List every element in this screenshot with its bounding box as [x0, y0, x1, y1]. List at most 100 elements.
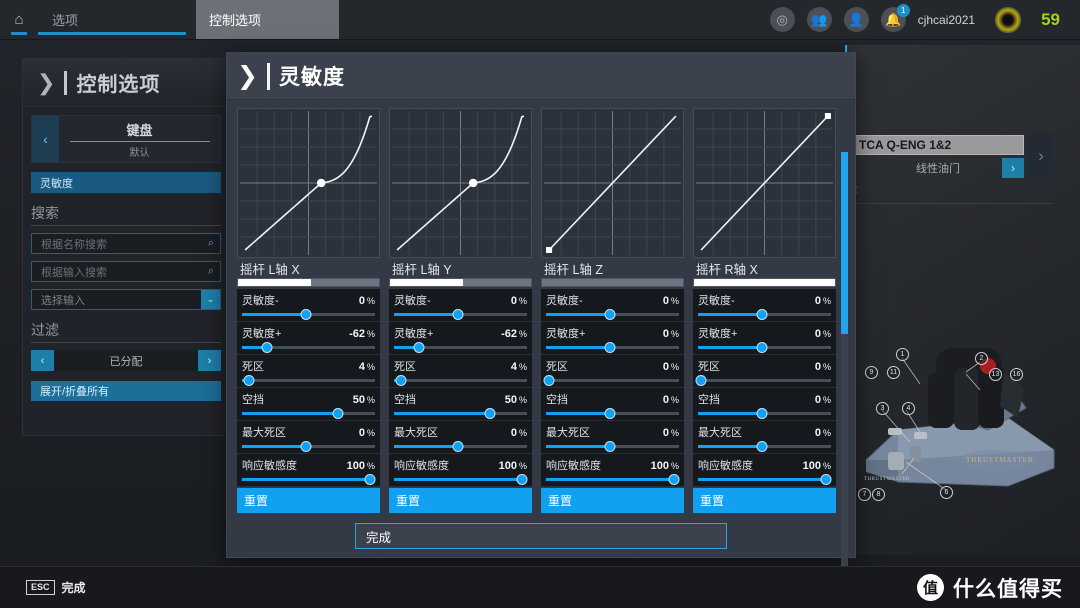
sensitivity-slider-row[interactable]: 灵敏度- 0%: [237, 289, 380, 322]
sensitivity-slider-row[interactable]: 最大死区 0%: [389, 421, 532, 454]
slider-track[interactable]: [394, 441, 527, 452]
home-button[interactable]: ⌂: [0, 0, 38, 39]
select-input-dropdown[interactable]: 选择输入 ⌄: [31, 289, 221, 310]
sensitivity-slider-row[interactable]: 死区 4%: [389, 355, 532, 388]
modal-scrollbar-track[interactable]: [841, 152, 848, 572]
slider-track[interactable]: [394, 309, 527, 320]
radar-icon[interactable]: ◎: [769, 7, 795, 32]
sensitivity-slider-row[interactable]: 最大死区 0%: [237, 421, 380, 454]
slider-track[interactable]: [698, 408, 831, 419]
slider-thumb[interactable]: [484, 408, 496, 419]
slider-track[interactable]: [242, 474, 376, 485]
sensitivity-slider-row[interactable]: 响应敏感度 100%: [389, 454, 532, 487]
reset-button[interactable]: 重置: [389, 488, 532, 513]
slider-track[interactable]: [394, 408, 527, 419]
sensitivity-slider-row[interactable]: 死区 4%: [237, 355, 380, 388]
slider-thumb[interactable]: [604, 342, 616, 353]
slider-thumb[interactable]: [243, 375, 255, 386]
slider-thumb[interactable]: [413, 342, 425, 353]
slider-track[interactable]: [698, 474, 832, 485]
slider-track[interactable]: [546, 309, 679, 320]
device-prev-icon[interactable]: ‹: [32, 116, 59, 162]
sidebar-item-sensitivity[interactable]: 灵敏度: [31, 172, 221, 193]
slider-track[interactable]: [546, 408, 679, 419]
sensitivity-slider-row[interactable]: 灵敏度+ 0%: [541, 322, 684, 355]
slider-thumb[interactable]: [756, 441, 768, 452]
sensitivity-slider-row[interactable]: 灵敏度+ -62%: [237, 322, 380, 355]
sensitivity-slider-row[interactable]: 空挡 0%: [693, 388, 836, 421]
slider-track[interactable]: [698, 309, 831, 320]
slider-thumb[interactable]: [452, 441, 464, 452]
sensitivity-slider-row[interactable]: 灵敏度+ -62%: [389, 322, 532, 355]
sensitivity-curve-graph[interactable]: [237, 108, 380, 258]
sensitivity-slider-row[interactable]: 灵敏度- 0%: [541, 289, 684, 322]
slider-track[interactable]: [698, 441, 831, 452]
sensitivity-slider-row[interactable]: 空挡 0%: [541, 388, 684, 421]
slider-thumb[interactable]: [516, 474, 528, 485]
sensitivity-slider-row[interactable]: 死区 0%: [541, 355, 684, 388]
background-device-name[interactable]: TCA Q-ENG 1&2: [852, 135, 1024, 155]
slider-thumb[interactable]: [695, 375, 707, 386]
slider-thumb[interactable]: [543, 375, 555, 386]
modal-done-button[interactable]: 完成: [355, 523, 727, 549]
modal-scrollbar-thumb[interactable]: [841, 152, 848, 334]
slider-thumb[interactable]: [604, 408, 616, 419]
slider-thumb[interactable]: [300, 309, 312, 320]
expand-collapse-all-button[interactable]: 展开/折叠所有: [31, 381, 221, 401]
sensitivity-curve-graph[interactable]: [389, 108, 532, 258]
slider-track[interactable]: [546, 441, 679, 452]
slider-track[interactable]: [242, 408, 375, 419]
esc-action-label[interactable]: 完成: [62, 579, 86, 596]
sensitivity-slider-row[interactable]: 死区 0%: [693, 355, 836, 388]
slider-track[interactable]: [242, 309, 375, 320]
slider-thumb[interactable]: [395, 375, 407, 386]
slider-track[interactable]: [242, 342, 375, 353]
slider-thumb[interactable]: [604, 309, 616, 320]
sensitivity-slider-row[interactable]: 响应敏感度 100%: [237, 454, 380, 487]
bell-icon[interactable]: 🔔 1: [880, 4, 910, 32]
background-next-page-icon[interactable]: ›: [1028, 133, 1054, 178]
slider-track[interactable]: [394, 375, 527, 386]
reset-button[interactable]: 重置: [541, 488, 684, 513]
slider-thumb[interactable]: [756, 408, 768, 419]
search-by-name-field[interactable]: 根据名称搜索 ⌕: [31, 233, 221, 254]
sensitivity-slider-row[interactable]: 灵敏度- 0%: [693, 289, 836, 322]
slider-track[interactable]: [698, 342, 831, 353]
reset-button[interactable]: 重置: [237, 488, 380, 513]
search-by-input-field[interactable]: 根据输入搜索 ⌕: [31, 261, 221, 282]
sensitivity-slider-row[interactable]: 空挡 50%: [389, 388, 532, 421]
slider-thumb[interactable]: [452, 309, 464, 320]
slider-thumb[interactable]: [756, 309, 768, 320]
slider-track[interactable]: [546, 342, 679, 353]
slider-thumb[interactable]: [668, 474, 680, 485]
sensitivity-slider-row[interactable]: 空挡 50%: [237, 388, 380, 421]
slider-thumb[interactable]: [261, 342, 273, 353]
friends-icon[interactable]: 👥: [806, 7, 832, 32]
avatar[interactable]: [995, 6, 1022, 33]
slider-thumb[interactable]: [364, 474, 376, 485]
slider-thumb[interactable]: [756, 342, 768, 353]
reset-button[interactable]: 重置: [693, 488, 836, 513]
sensitivity-slider-row[interactable]: 灵敏度- 0%: [389, 289, 532, 322]
slider-track[interactable]: [546, 474, 680, 485]
slider-thumb[interactable]: [820, 474, 832, 485]
profile-icon[interactable]: 👤: [843, 7, 869, 32]
slider-track[interactable]: [394, 342, 527, 353]
sensitivity-slider-row[interactable]: 最大死区 0%: [693, 421, 836, 454]
device-selector[interactable]: ‹ 键盘 默认: [31, 115, 221, 163]
slider-track[interactable]: [242, 375, 375, 386]
sensitivity-curve-graph[interactable]: [693, 108, 836, 258]
sensitivity-slider-row[interactable]: 灵敏度+ 0%: [693, 322, 836, 355]
slider-thumb[interactable]: [300, 441, 312, 452]
filter-next-icon[interactable]: ›: [198, 350, 221, 371]
slider-track[interactable]: [695, 375, 831, 386]
slider-track[interactable]: [543, 375, 679, 386]
tab-options[interactable]: 选项: [38, 0, 186, 39]
sensitivity-curve-graph[interactable]: [541, 108, 684, 258]
background-mode-next-icon[interactable]: ›: [1002, 158, 1024, 178]
sensitivity-slider-row[interactable]: 响应敏感度 100%: [541, 454, 684, 487]
sensitivity-slider-row[interactable]: 最大死区 0%: [541, 421, 684, 454]
tab-control-options[interactable]: 控制选项: [196, 0, 339, 39]
slider-track[interactable]: [242, 441, 375, 452]
slider-thumb[interactable]: [332, 408, 344, 419]
